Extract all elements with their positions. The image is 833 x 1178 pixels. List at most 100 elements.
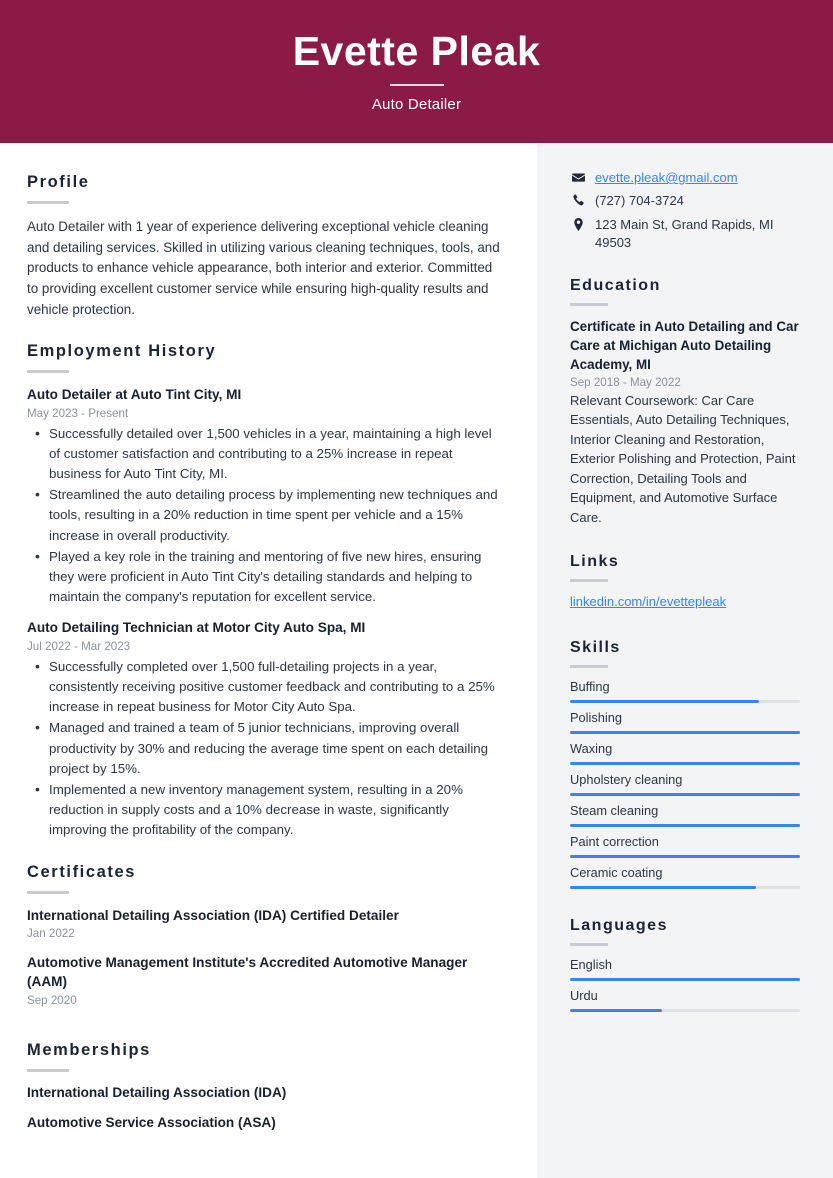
skill-bar-item: Ceramic coating — [570, 865, 800, 890]
sidebar-column: evette.pleak@gmail.com (727) 704-3724 12… — [537, 143, 833, 1178]
skill-bar-item: Polishing — [570, 710, 800, 735]
employment-entry: Auto Detailer at Auto Tint City, MI May … — [27, 386, 504, 607]
section-rule — [570, 302, 608, 306]
employment-job-title: Auto Detailing Technician at Motor City … — [27, 620, 366, 636]
skill-label: Paint correction — [570, 834, 659, 850]
skill-bar-track — [570, 824, 800, 828]
skill-bar-fill — [570, 762, 800, 766]
bullet-item: Played a key role in the training and me… — [27, 546, 504, 608]
skill-bar-track — [570, 700, 800, 704]
envelope-icon — [570, 169, 587, 184]
phone-icon — [570, 192, 587, 207]
certificate-title: International Detailing Association (IDA… — [27, 907, 399, 923]
membership-item: International Detailing Association (IDA… — [27, 1084, 287, 1100]
language-bar-track — [570, 1009, 800, 1013]
candidate-name: Evette Pleak — [292, 27, 541, 74]
skill-bar-item: Waxing — [570, 741, 800, 766]
resume-body: Profile Auto Detailer with 1 year of exp… — [0, 143, 833, 1178]
language-bar-item: English — [570, 957, 800, 982]
candidate-job-title: Auto Detailer — [371, 96, 462, 114]
contact-row-address: 123 Main St, Grand Rapids, MI 49503 — [570, 216, 800, 253]
main-column: Profile Auto Detailer with 1 year of exp… — [0, 143, 537, 1178]
language-label: English — [570, 957, 612, 973]
skill-label: Upholstery cleaning — [570, 772, 683, 788]
skills-list: Buffing Polishing Waxing Upholstery cleanin… — [570, 679, 800, 890]
contact-row-phone: (727) 704-3724 — [570, 192, 800, 210]
employment-entry: Auto Detailing Technician at Motor City … — [27, 619, 504, 840]
skill-bar-fill — [570, 700, 759, 704]
certificate-item: Automotive Management Institute's Accred… — [27, 954, 504, 1007]
skill-bar-item: Paint correction — [570, 834, 800, 859]
employment-job-title: Auto Detailer at Auto Tint City, MI — [27, 387, 242, 403]
bullet-item: Successfully detailed over 1,500 vehicle… — [27, 423, 504, 485]
section-rule — [570, 943, 608, 947]
section-rule — [27, 370, 69, 374]
employment-heading: Employment History — [27, 342, 217, 361]
certificate-item: International Detailing Association (IDA… — [27, 907, 504, 941]
skill-bar-item: Steam cleaning — [570, 803, 800, 828]
skill-bar-fill — [570, 886, 757, 890]
resume-page: Evette Pleak Auto Detailer Profile Auto … — [0, 0, 833, 1178]
employment-date-range: May 2023 - Present — [27, 406, 129, 420]
skills-heading: Skills — [570, 639, 621, 657]
certificate-date: Sep 2020 — [27, 993, 77, 1007]
employment-date-range: Jul 2022 - Mar 2023 — [27, 639, 131, 653]
section-languages: Languages English Urdu — [570, 917, 800, 1013]
memberships-heading: Memberships — [27, 1040, 151, 1059]
resume-header: Evette Pleak Auto Detailer — [0, 0, 833, 143]
skill-label: Ceramic coating — [570, 865, 663, 881]
language-bar-fill — [570, 978, 800, 982]
skill-bar-fill — [570, 793, 800, 797]
skill-label: Buffing — [570, 679, 610, 695]
contact-row-email: evette.pleak@gmail.com — [570, 169, 800, 187]
section-links: Links linkedin.com/in/evettepleak — [570, 553, 800, 611]
education-title: Certificate in Auto Detailing and Car Ca… — [570, 318, 799, 372]
education-date-range: Sep 2018 - May 2022 — [570, 375, 681, 389]
language-label: Urdu — [570, 988, 598, 1004]
profile-heading: Profile — [27, 173, 90, 191]
section-rule — [27, 201, 69, 204]
languages-heading: Languages — [570, 917, 668, 935]
education-description: Relevant Coursework: Car Care Essentials… — [570, 392, 796, 525]
address-text: 123 Main St, Grand Rapids, MI 49503 — [595, 216, 774, 251]
section-rule — [27, 890, 69, 894]
header-divider — [389, 84, 444, 87]
skill-bar-fill — [570, 731, 800, 735]
location-pin-icon — [570, 216, 587, 231]
links-heading: Links — [570, 553, 620, 571]
phone-number: (727) 704-3724 — [595, 193, 684, 209]
section-memberships: Memberships International Detailing Asso… — [27, 1041, 504, 1130]
skill-bar-track — [570, 762, 800, 766]
email-link[interactable]: evette.pleak@gmail.com — [595, 169, 738, 187]
certificate-title: Automotive Management Institute's Accred… — [27, 955, 468, 990]
section-certificates: Certificates International Detailing Ass… — [27, 863, 504, 1007]
skill-bar-fill — [570, 824, 800, 828]
education-heading: Education — [570, 276, 661, 294]
language-bar-item: Urdu — [570, 988, 800, 1013]
membership-item: Automotive Service Association (ASA) — [27, 1114, 276, 1130]
skill-bar-fill — [570, 855, 800, 859]
section-profile: Profile Auto Detailer with 1 year of exp… — [27, 173, 504, 320]
bullet-item: Implemented a new inventory management s… — [27, 779, 504, 841]
section-rule — [570, 579, 608, 583]
bullet-item: Successfully completed over 1,500 full-d… — [27, 656, 504, 718]
bullet-item: Managed and trained a team of 5 junior t… — [27, 717, 504, 779]
skill-bar-track — [570, 886, 800, 890]
employment-bullet-list: Successfully completed over 1,500 full-d… — [27, 656, 504, 841]
language-bar-track — [570, 978, 800, 982]
section-education: Education Certificate in Auto Detailing … — [570, 277, 800, 528]
skill-bar-item: Buffing — [570, 679, 800, 704]
profile-text: Auto Detailer with 1 year of experience … — [27, 219, 500, 317]
section-employment-history: Employment History Auto Detailer at Auto… — [27, 342, 504, 840]
language-bar-fill — [570, 1009, 662, 1013]
section-rule — [27, 1068, 69, 1072]
skill-bar-track — [570, 793, 800, 797]
certificates-heading: Certificates — [27, 862, 137, 881]
linkedin-link[interactable]: linkedin.com/in/evettepleak — [570, 594, 726, 609]
skill-bar-item: Upholstery cleaning — [570, 772, 800, 797]
skill-bar-track — [570, 855, 800, 859]
languages-list: English Urdu — [570, 957, 800, 1013]
skill-label: Waxing — [570, 741, 613, 757]
section-rule — [570, 665, 608, 669]
section-skills: Skills Buffing Polishing Waxing Upholstery … — [570, 639, 800, 890]
